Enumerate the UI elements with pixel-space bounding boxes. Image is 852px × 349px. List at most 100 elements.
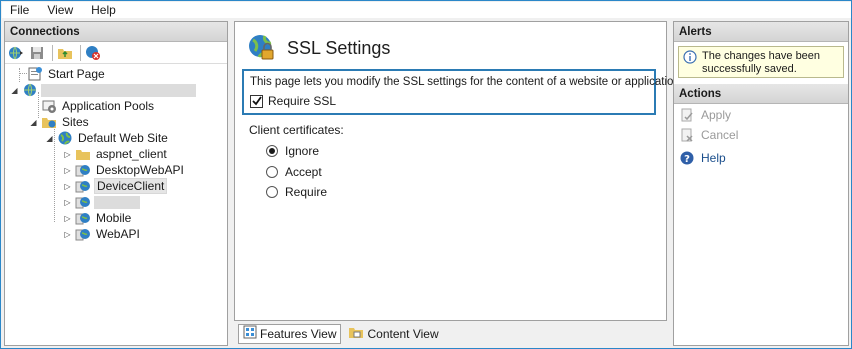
radio-ignore[interactable]: Ignore [266,144,319,158]
radio-button[interactable] [266,166,278,178]
cancel-action[interactable]: Cancel [674,126,848,144]
tree-line [19,73,27,74]
cancel-label: Cancel [701,128,739,142]
toolbar-separator [52,44,53,61]
apply-icon [679,107,695,123]
content-view-icon [348,325,364,342]
connections-panel: Connections Start Page ◢ Application Poo… [4,21,228,346]
tree-label: WebAPI [96,227,140,241]
tree-item-sites[interactable]: ◢ Sites [29,114,91,130]
svg-text:?: ? [684,154,690,165]
checkmark-icon [251,96,262,106]
folder-icon [75,146,91,162]
help-label: Help [701,151,726,165]
menu-file[interactable]: File [10,3,29,17]
apply-action[interactable]: Apply [674,106,848,124]
highlight-box: This page lets you modify the SSL settin… [242,69,683,115]
alert-message-box: The changes have been successfully saved… [678,46,844,78]
tree-item-server[interactable]: ◢ [10,82,196,98]
tree-label: Start Page [48,67,105,81]
help-action[interactable]: ? Help [674,149,848,167]
sites-folder-icon [41,114,57,130]
disconnect-icon[interactable] [84,44,102,62]
radio-button[interactable] [266,186,278,198]
web-app-icon [75,178,91,194]
ssl-settings-panel: SSL Settings This page lets you modify t… [234,21,683,321]
web-app-icon [75,226,91,242]
expand-arrow-icon[interactable]: ▷ [63,214,72,223]
tab-label: Content View [367,326,439,341]
require-ssl-label: Require SSL [268,94,337,108]
radio-button[interactable] [266,145,278,157]
server-icon [22,82,38,98]
connections-toolbar [5,42,227,64]
expand-arrow-icon[interactable]: ▷ [63,182,72,191]
tree-item-default-web-site[interactable]: ◢ Default Web Site [45,130,170,146]
connect-globe-icon[interactable] [7,44,25,62]
connections-header: Connections [5,22,227,42]
radio-accept[interactable]: Accept [266,165,322,179]
cancel-icon [679,127,695,143]
toolbar-separator [80,44,81,61]
features-view-icon [243,325,257,342]
tree-item-start-page[interactable]: Start Page [27,66,107,82]
tree-item-app-pools[interactable]: Application Pools [41,98,156,114]
expand-arrow-icon[interactable]: ▷ [63,230,72,239]
tree-label: Sites [62,115,89,129]
tree-label: Application Pools [62,99,155,113]
collapse-arrow-icon[interactable]: ◢ [45,134,54,143]
info-icon [683,50,697,67]
menu-help[interactable]: Help [91,3,116,17]
app-name-redacted [94,195,140,209]
tree-item-desktopwebapi[interactable]: ▷ DesktopWebAPI [63,162,186,178]
tree-item-deviceclient[interactable]: ▷ DeviceClient [63,178,168,194]
save-icon[interactable] [28,44,46,62]
web-app-icon [75,162,91,178]
tree-label-selected: DeviceClient [94,178,168,194]
radio-selected-dot [269,148,275,154]
alerts-header: Alerts [674,22,848,42]
start-page-icon [27,66,43,82]
help-icon: ? [679,150,695,166]
menu-bar: File View Help [2,2,851,18]
up-folder-icon[interactable] [56,44,74,62]
web-app-icon [75,194,91,210]
tree-item-mobile[interactable]: ▷ Mobile [63,210,133,226]
tab-content-view[interactable]: Content View [344,324,442,344]
expand-arrow-icon[interactable]: ▷ [63,198,72,207]
alert-text: The changes have been successfully saved… [702,50,821,75]
tree-label: aspnet_client [96,147,167,161]
tree-label: DesktopWebAPI [96,163,184,177]
tree-item-aspnet-client[interactable]: ▷ aspnet_client [63,146,169,162]
require-ssl-row[interactable]: Require SSL [250,94,336,108]
web-app-icon [75,210,91,226]
apply-label: Apply [701,108,732,122]
page-description: This page lets you modify the SSL settin… [250,76,683,88]
tab-label: Features View [260,326,337,341]
website-globe-icon [57,130,73,146]
tree-label: Mobile [96,211,132,225]
ssl-globe-icon [247,32,275,65]
collapse-arrow-icon[interactable]: ◢ [29,118,38,127]
page-title: SSL Settings [287,38,391,58]
tree-line [19,68,20,82]
radio-label: Accept [285,165,322,179]
client-certificates-label: Client certificates: [249,123,344,137]
expand-arrow-icon[interactable]: ▷ [63,166,72,175]
app-pools-icon [41,98,57,114]
collapse-arrow-icon[interactable]: ◢ [10,86,19,95]
view-bar: Features View Content View [234,322,667,345]
menu-view[interactable]: View [47,3,73,17]
tab-features-view[interactable]: Features View [238,323,342,344]
iis-manager-window: File View Help Connections Start Page ◢ … [0,0,852,349]
require-ssl-checkbox[interactable] [250,94,263,108]
radio-label: Require [285,185,328,199]
tree-item-redacted[interactable]: ▷ [63,194,140,210]
actions-header: Actions [674,84,848,104]
radio-label: Ignore [285,144,320,158]
right-panel: Alerts The changes have been successfull… [673,21,849,346]
tree-item-webapi[interactable]: ▷ WebAPI [63,226,142,242]
expand-arrow-icon[interactable]: ▷ [63,150,72,159]
radio-require[interactable]: Require [266,185,327,199]
server-name-redacted [41,83,196,97]
